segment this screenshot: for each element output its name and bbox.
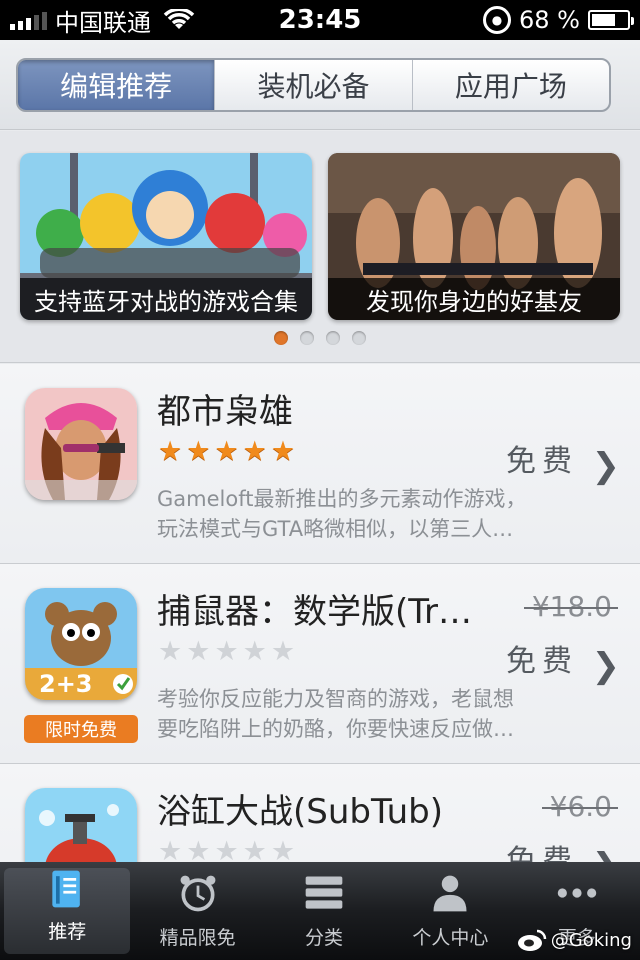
description-line: 玩法模式与GTA略微相似，以第三人…: [157, 517, 514, 541]
segment-editor-picks[interactable]: 编辑推荐: [18, 60, 216, 110]
chevron-right-icon: ❯: [592, 846, 621, 862]
limited-free-badge: 限时免费: [24, 715, 138, 743]
segment-essentials[interactable]: 装机必备: [215, 60, 413, 110]
tab-label: 推荐: [48, 921, 87, 943]
app-icon: 2+3: [25, 588, 137, 700]
tab-label: 精品限免: [159, 927, 236, 949]
app-name: 捕鼠器：数学版(Tr…: [157, 592, 473, 632]
star-icon: ★: [242, 436, 267, 467]
carrier-name: 中国联通: [55, 8, 151, 37]
alarm-clock-icon: [174, 869, 222, 917]
price-label[interactable]: 免费: [506, 836, 578, 862]
page-dot[interactable]: [352, 331, 366, 345]
star-icon: ★: [270, 836, 296, 862]
banner-carousel: 支持蓝牙对战的游戏合集 发现你身边的好基友: [0, 131, 640, 363]
app-list: 都市枭雄 ★ ★ ★ ★ ★ 免费 ❯ Gameloft最新推出的多元素动作游戏， 玩法…: [0, 364, 640, 862]
person-icon: [426, 869, 474, 917]
description-line: Gameloft最新推出的多元素动作游戏，: [157, 487, 527, 511]
app-icon: [25, 788, 137, 862]
tab-label: 分类: [305, 927, 344, 949]
page-dot[interactable]: [300, 331, 314, 345]
banner-find-friends[interactable]: 发现你身边的好基友: [328, 153, 620, 320]
chevron-right-icon: ❯: [591, 646, 621, 686]
banner-caption: 支持蓝牙对战的游戏合集: [20, 278, 312, 320]
star-icon: ★: [242, 836, 267, 862]
page-indicator: [0, 331, 640, 345]
tab-limited-free[interactable]: 精品限免: [134, 862, 260, 960]
page-dot[interactable]: [274, 331, 288, 345]
segment-header: 编辑推荐 装机必备 应用广场: [0, 40, 640, 130]
star-icon: ★: [270, 636, 296, 667]
banner-caption: 发现你身边的好基友: [328, 278, 620, 320]
book-icon: [43, 867, 91, 911]
app-row-subtub[interactable]: 浴缸大战(SubTub) ¥6.0 ★★★★★ 免费 ❯: [0, 764, 640, 862]
original-price: ¥6.0: [541, 790, 619, 823]
rotation-lock-icon: ●: [483, 6, 512, 34]
app-row-gangstar[interactable]: 都市枭雄 ★ ★ ★ ★ ★ 免费 ❯ Gameloft最新推出的多元素动作游戏， 玩法…: [0, 364, 640, 564]
star-icon: ★: [214, 636, 239, 667]
battery-percent: 68 %: [519, 6, 580, 34]
app-icon: [25, 388, 137, 500]
page-dot[interactable]: [326, 331, 340, 345]
star-icon: ★: [186, 636, 211, 667]
tab-bar: 推荐 精品限免 分类 个人中心 更多 @Goking: [0, 862, 640, 960]
weibo-watermark: @Goking: [517, 928, 632, 952]
star-icon: ★: [158, 636, 183, 667]
weibo-icon: [517, 929, 547, 951]
app-row-mouse-trap[interactable]: 2+3 限时免费 捕鼠器：数学版(Tr… ¥18.0 ★ ★ ★ ★ ★ 免费 ❯ 考验…: [0, 564, 640, 764]
wifi-icon: [163, 9, 195, 29]
tab-label: 个人中心: [412, 927, 489, 949]
chevron-right-icon: ❯: [591, 446, 621, 486]
description-line: 考验你反应能力及智商的游戏，老鼠想: [157, 687, 514, 711]
segment-app-plaza[interactable]: 应用广场: [413, 60, 609, 110]
more-dots-icon: [553, 869, 601, 917]
battery-icon: [588, 10, 634, 30]
rating-stars: ★ ★ ★ ★ ★: [158, 638, 295, 665]
segmented-control: 编辑推荐 装机必备 应用广场: [16, 58, 611, 112]
app-name: 都市枭雄: [157, 392, 293, 432]
star-icon: ★: [186, 836, 211, 862]
star-icon: ★: [158, 836, 183, 862]
app-description: 考验你反应能力及智商的游戏，老鼠想 要吃陷阱上的奶酪，你要快速反应做…: [157, 684, 577, 744]
star-icon: ★: [242, 636, 267, 667]
svg-text:2+3: 2+3: [39, 670, 93, 698]
original-price: ¥18.0: [523, 590, 619, 623]
star-icon: ★: [186, 436, 211, 467]
star-icon: ★: [270, 436, 296, 467]
price-label[interactable]: 免费: [506, 436, 578, 480]
stack-icon: [300, 869, 348, 917]
app-description: Gameloft最新推出的多元素动作游戏， 玩法模式与GTA略微相似，以第三人…: [157, 484, 577, 544]
description-line: 要吃陷阱上的奶酪，你要快速反应做…: [157, 717, 514, 741]
tab-category[interactable]: 分类: [261, 862, 387, 960]
star-icon: ★: [214, 436, 239, 467]
tab-profile[interactable]: 个人中心: [387, 862, 513, 960]
price-label[interactable]: 免费: [506, 636, 578, 680]
app-name: 浴缸大战(SubTub): [157, 792, 443, 832]
signal-strength-icon: [10, 10, 47, 30]
watermark-text: @Goking: [550, 929, 632, 951]
star-icon: ★: [214, 836, 239, 862]
rating-stars: ★ ★ ★ ★ ★: [158, 838, 295, 862]
rating-stars: ★ ★ ★ ★ ★: [158, 438, 295, 465]
star-icon: ★: [158, 436, 183, 467]
status-bar: 中国联通 23:45 ● 68 %: [0, 0, 640, 40]
banner-bluetooth-games[interactable]: 支持蓝牙对战的游戏合集: [20, 153, 312, 320]
tab-recommend[interactable]: 推荐: [4, 867, 131, 954]
